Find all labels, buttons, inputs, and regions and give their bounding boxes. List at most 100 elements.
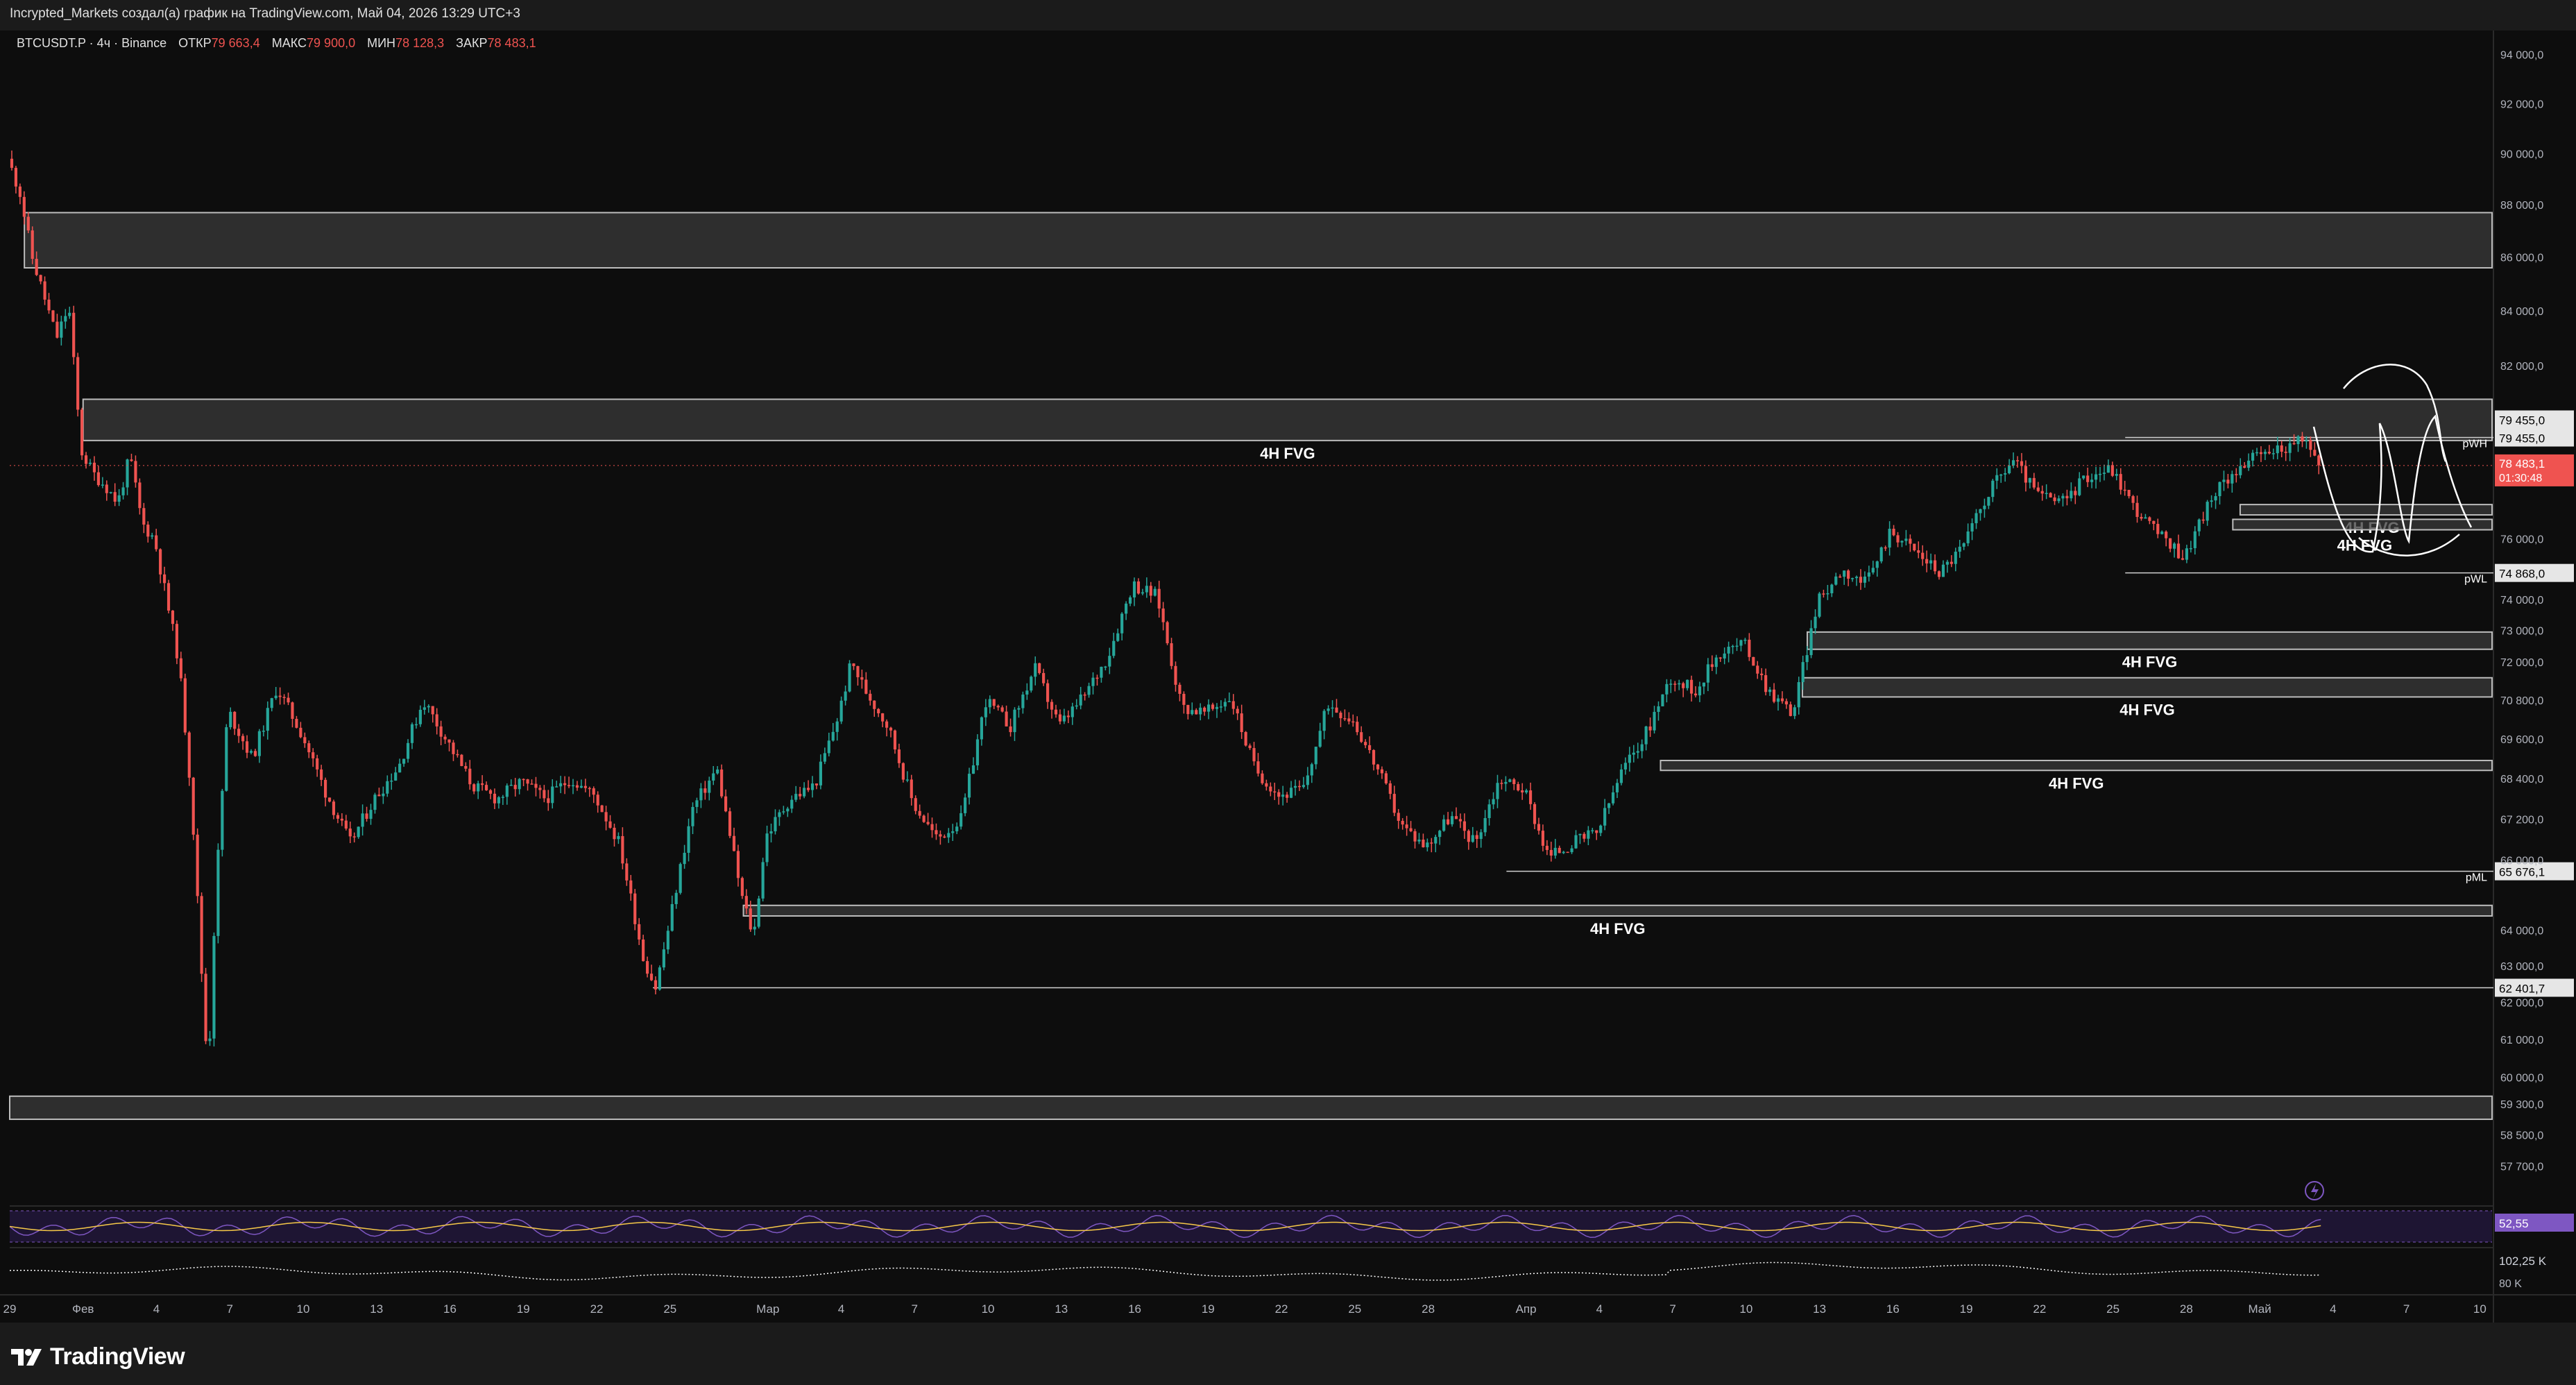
candle-body (1735, 645, 1739, 647)
candle-body (1244, 732, 1247, 746)
candle-body (1756, 665, 1759, 674)
candle-body (1603, 808, 1607, 826)
candle-body (1215, 706, 1219, 709)
candle-body (522, 779, 525, 781)
candle-body (439, 726, 443, 737)
x-tick-label: 22 (1275, 1302, 1288, 1316)
y-tick-label: 92 000,0 (2500, 99, 2543, 110)
candle-body (691, 806, 694, 826)
candle-body (1335, 707, 1338, 713)
candle-body (2053, 497, 2056, 502)
chart-canvas[interactable]: 4H FVG4H FVG4H FVG4H FVG4H FVG4H FVG4H F… (0, 0, 2576, 1323)
candle-body (1405, 824, 1408, 829)
candle-body (146, 525, 150, 537)
candle-body (1223, 702, 1227, 707)
fvg-zone-label: 4H FVG (1260, 445, 1315, 462)
candle-body (1653, 711, 1656, 731)
candle-body (2189, 547, 2192, 550)
candle-body (1108, 656, 1111, 667)
candle-body (2152, 520, 2156, 525)
candle-body (68, 312, 71, 316)
volume-value: 102,25 K (2499, 1255, 2547, 1268)
candle-body (1286, 795, 1289, 798)
fvg-zone[interactable] (742, 904, 2493, 917)
candle-body (1367, 745, 1372, 750)
candle-body (901, 763, 905, 780)
candle-body (2239, 466, 2242, 475)
candle-body (1553, 847, 1557, 856)
candle-body (1517, 784, 1520, 791)
fvg-zone[interactable] (82, 398, 2493, 441)
candle-body (794, 794, 798, 800)
candle-body (988, 699, 991, 708)
candle-body (39, 275, 42, 282)
fvg-zone[interactable] (2239, 504, 2493, 516)
candle-body (2172, 543, 2176, 549)
candle-body (113, 492, 117, 502)
candle-body (84, 455, 88, 464)
candle-body (1644, 726, 1648, 745)
candle-body (1739, 640, 1743, 646)
x-tick-label: 10 (297, 1302, 310, 1316)
candle-body (1417, 840, 1421, 842)
last-price-text: 78 483,1 (2499, 457, 2545, 470)
candle-body (1269, 786, 1272, 792)
candle-body (2206, 502, 2209, 521)
symbol-name[interactable]: BTCUSDT.P · 4ч · Binance (17, 36, 167, 50)
level-price-tag-text: 65 676,1 (2499, 866, 2545, 879)
candle-body (2004, 473, 2007, 475)
candle-body (1397, 813, 1400, 821)
candle-body (332, 801, 336, 815)
y-tick-label: 63 000,0 (2500, 961, 2543, 973)
candle-body (1764, 675, 1768, 692)
candle-body (1132, 581, 1136, 597)
candle-body (155, 535, 158, 550)
candle-body (803, 788, 806, 797)
fvg-zone[interactable] (1660, 759, 2493, 772)
x-tick-label: Фев (72, 1302, 94, 1316)
candle-body (774, 817, 777, 832)
candle-body (72, 312, 76, 357)
candle-body (736, 851, 740, 878)
fvg-zone[interactable] (2232, 518, 2493, 531)
close-label: ЗАКР (456, 36, 488, 50)
x-tick-label: 7 (912, 1302, 918, 1316)
candle-body (323, 779, 327, 798)
candle-body (477, 783, 480, 792)
candle-body (1409, 828, 1413, 831)
candle-body (559, 783, 563, 787)
candle-body (513, 785, 517, 790)
candle-body (617, 835, 620, 840)
candle-body (1578, 833, 1582, 835)
candle-body (1632, 752, 1635, 755)
x-tick-label: 7 (1669, 1302, 1675, 1316)
x-tick-label: 4 (1596, 1302, 1603, 1316)
high-label: МАКС (271, 36, 307, 50)
candle-body (1623, 763, 1627, 770)
candle-body (604, 812, 608, 822)
candle-body (225, 727, 228, 791)
candle-body (1979, 509, 1982, 513)
candle-body (1021, 694, 1025, 708)
candle-body (1789, 704, 1792, 716)
y-tick-label: 72 000,0 (2500, 657, 2543, 669)
tradingview-logo[interactable]: TradingView (11, 1343, 185, 1370)
fvg-zone[interactable] (1801, 677, 2493, 698)
candle-body (1487, 804, 1491, 818)
candle-body (1686, 679, 1689, 688)
candle-body (287, 697, 290, 703)
symbol-legend[interactable]: BTCUSDT.P · 4ч · Binance ОТКР79 663,4 МА… (17, 36, 536, 51)
level-price-tag-text: 62 401,7 (2499, 982, 2545, 995)
candle-body (1186, 704, 1190, 715)
candle-body (835, 721, 839, 732)
x-tick-label: 10 (2473, 1302, 2487, 1316)
footer: TradingView (0, 1323, 2576, 1385)
fvg-zone[interactable] (24, 212, 2493, 269)
fvg-zone[interactable] (1806, 631, 2493, 650)
candle-body (1327, 708, 1330, 711)
candle-body (1376, 764, 1380, 770)
candle-body (930, 824, 934, 831)
fvg-zone[interactable] (9, 1095, 2493, 1121)
candle-body (1830, 584, 1834, 593)
candle-body (435, 714, 438, 727)
